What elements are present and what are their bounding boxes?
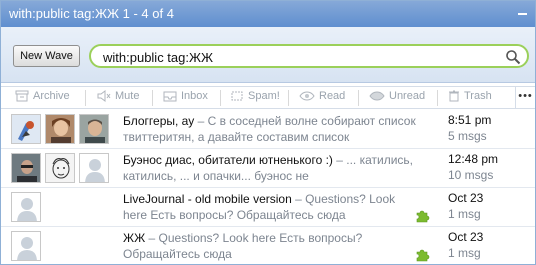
eye-icon (299, 91, 315, 101)
search-bar: New Wave (1, 27, 535, 83)
search-icon[interactable] (505, 49, 521, 65)
mark-unread-button[interactable]: Unread (369, 90, 425, 106)
read-label: Read (319, 90, 346, 103)
trash-button[interactable]: Trash (448, 90, 492, 106)
more-actions-button[interactable]: ••• (515, 87, 535, 109)
minimize-icon[interactable] (518, 13, 527, 15)
wave-time: 8:51 pm (448, 113, 492, 127)
wave-text: Буэнос диас, обитатели ютненького :) – .… (123, 152, 421, 184)
avatar (11, 153, 41, 183)
avatar (11, 192, 41, 222)
trash-label: Trash (464, 90, 492, 103)
avatar (11, 231, 41, 261)
inbox-label: Inbox (181, 90, 208, 103)
mark-read-button[interactable]: Read (299, 90, 345, 106)
new-wave-button[interactable]: New Wave (13, 45, 80, 67)
wave-row[interactable]: LiveJournal - old mobile version – Quest… (1, 188, 535, 227)
unread-label: Unread (389, 90, 426, 103)
wave-title: ЖЖ (123, 231, 146, 245)
puzzle-icon (416, 210, 430, 223)
toolbar-divider (288, 90, 289, 106)
panel-title: with:public tag:ЖЖ 1 - 4 of 4 (9, 6, 174, 21)
toolbar-divider (85, 90, 86, 106)
avatar (11, 114, 41, 144)
search-input[interactable] (103, 48, 503, 66)
wave-message-count: 1 msg (448, 207, 481, 221)
puzzle-icon (416, 249, 430, 262)
spam-icon (231, 91, 243, 101)
wave-message-count: 5 msgs (448, 129, 487, 143)
avatar (45, 114, 75, 144)
archive-button[interactable]: Archive (15, 90, 70, 106)
inbox-button[interactable]: Inbox (163, 90, 208, 106)
wave-time: 12:48 pm (448, 152, 499, 166)
toolbar-divider (152, 90, 153, 106)
wave-row[interactable]: Буэнос диас, обитатели ютненького :) – .… (1, 149, 535, 188)
action-toolbar: Archive Mute Inbox Spam! Read Unread Tra… (1, 86, 535, 109)
closed-eye-icon (369, 91, 385, 101)
wave-message-count: 1 msg (448, 246, 481, 260)
search-box[interactable] (89, 44, 529, 68)
wave-title: Буэнос диас, обитатели ютненького :) (123, 153, 333, 167)
wave-text: Блоггеры, ау – С в соседней волне собира… (123, 113, 421, 145)
spam-button[interactable]: Spam! (230, 90, 280, 106)
avatar (79, 153, 109, 183)
wave-snippet: – Questions? Look here Есть вопросы? Обр… (123, 231, 363, 261)
archive-label: Archive (33, 90, 70, 103)
wave-row[interactable]: ЖЖ – Questions? Look here Есть вопросы? … (1, 227, 535, 264)
inbox-icon (163, 91, 177, 102)
wave-text: LiveJournal - old mobile version – Quest… (123, 191, 421, 223)
wave-row[interactable]: Блоггеры, ау – С в соседней волне собира… (1, 110, 535, 149)
trash-icon (449, 90, 459, 102)
wave-text: ЖЖ – Questions? Look here Есть вопросы? … (123, 230, 421, 262)
toolbar-divider (358, 90, 359, 106)
archive-icon (15, 90, 29, 102)
avatar (45, 153, 75, 183)
wave-time: Oct 23 (448, 191, 484, 205)
mute-button[interactable]: Mute (97, 90, 139, 106)
wave-message-count: 10 msgs (448, 168, 494, 182)
toolbar-divider (437, 90, 438, 106)
avatar (79, 114, 109, 144)
wave-title: Блоггеры, ау (123, 114, 195, 128)
wave-title: LiveJournal - old mobile version (123, 192, 292, 206)
mute-icon (97, 90, 111, 103)
wave-time: Oct 23 (448, 230, 484, 244)
toolbar-divider (220, 90, 221, 106)
spam-label: Spam! (248, 90, 280, 103)
mute-label: Mute (115, 90, 140, 103)
panel-titlebar: with:public tag:ЖЖ 1 - 4 of 4 (1, 1, 535, 27)
search-panel: with:public tag:ЖЖ 1 - 4 of 4 New Wave A… (0, 0, 536, 265)
